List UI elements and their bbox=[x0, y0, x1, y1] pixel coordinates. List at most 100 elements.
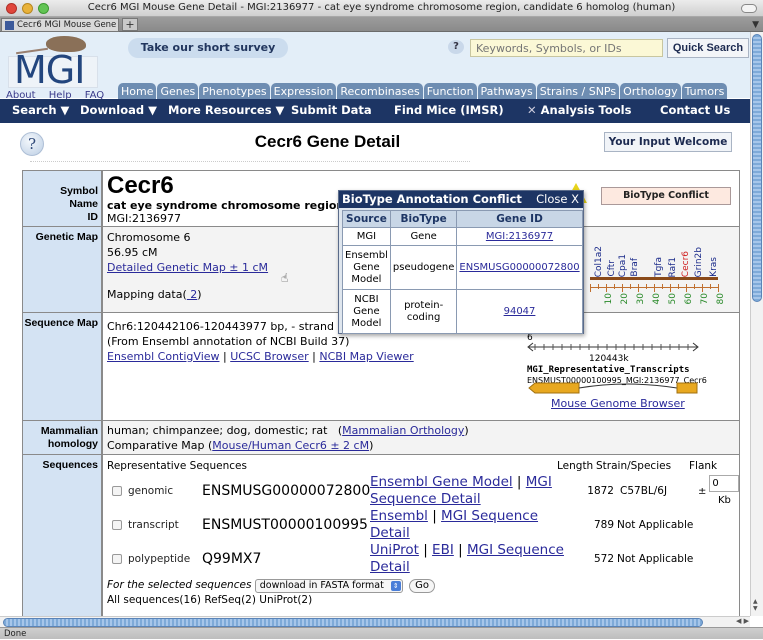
your-input-welcome-button[interactable]: Your Input Welcome bbox=[604, 132, 732, 152]
tab-recombinases[interactable]: Recombinases bbox=[337, 83, 423, 99]
mouse-genome-browser-link[interactable]: Mouse Genome Browser bbox=[551, 396, 685, 411]
chromosome-bar bbox=[590, 277, 718, 280]
axis-tick bbox=[686, 284, 687, 292]
tab-tumors[interactable]: Tumors bbox=[681, 83, 728, 99]
vertical-scrollbar[interactable]: ▲ ▼ bbox=[750, 32, 763, 616]
tab-orthology[interactable]: Orthology bbox=[620, 83, 681, 99]
detailed-genetic-map-link[interactable]: Detailed Genetic Map ± 1 cM bbox=[107, 261, 268, 274]
axis-tick-label: 20 bbox=[620, 293, 630, 305]
gene-marker-label[interactable]: Grin2b bbox=[692, 247, 707, 277]
table-row: MGI Gene MGI:2136977 bbox=[342, 227, 583, 246]
genetic-map-graphic[interactable]: Col1a2 Cftr Cpa1 Braf Tgfa Raf1 Cecr6 Grin2b Kra… bbox=[588, 229, 726, 311]
status-bar: Done bbox=[0, 627, 763, 639]
sequence-map-label: Sequence Map bbox=[23, 313, 103, 420]
transcript-checkbox[interactable] bbox=[112, 520, 122, 530]
toolbar-toggle-button[interactable] bbox=[741, 4, 757, 13]
axis-tick bbox=[590, 284, 591, 292]
vertical-scroll-thumb[interactable] bbox=[752, 34, 762, 302]
nav-download[interactable]: Download ▼ bbox=[80, 103, 157, 117]
hand-cursor-icon: ☝ bbox=[281, 271, 289, 285]
mammalian-orthology-link[interactable]: Mammalian Orthology bbox=[342, 424, 464, 437]
flank-input[interactable] bbox=[709, 474, 740, 492]
tab-pathways[interactable]: Pathways bbox=[477, 83, 536, 99]
nav-contact-us[interactable]: Contact Us bbox=[660, 103, 730, 117]
sequences-row: Sequences Representative Sequences Lengt… bbox=[23, 455, 740, 616]
horizontal-scrollbar[interactable]: ◀ ▶ bbox=[0, 616, 750, 627]
mgi-gene-id-link[interactable]: MGI:2136977 bbox=[486, 231, 553, 242]
tab-strains-snps[interactable]: Strains / SNPs bbox=[536, 83, 620, 99]
table-row: Ensembl Gene Model pseudogene ENSMUSG000… bbox=[342, 245, 583, 290]
tab-function[interactable]: Function bbox=[423, 83, 477, 99]
transcript-glyph[interactable] bbox=[527, 382, 699, 394]
comparative-map-link[interactable]: Mouse/Human Cecr6 ± 2 cM bbox=[212, 439, 369, 452]
nav-submit-data[interactable]: Submit Data bbox=[291, 103, 372, 117]
ebi-link[interactable]: EBI bbox=[432, 542, 454, 558]
nav-search[interactable]: Search ▼ bbox=[12, 103, 69, 117]
page-viewport: MGI About Help FAQ Take our short survey… bbox=[0, 32, 750, 616]
length-header: Length bbox=[557, 460, 594, 472]
tab-expression[interactable]: Expression bbox=[270, 83, 337, 99]
gene-marker-label[interactable]: Kras bbox=[707, 257, 722, 277]
axis-tick-label: 50 bbox=[668, 293, 678, 305]
ensembl-gene-model-link[interactable]: Ensembl Gene Model bbox=[370, 474, 513, 490]
window-titlebar: Cecr6 MGI Mouse Gene Detail - MGI:213697… bbox=[0, 0, 763, 17]
table-row: NCBI Gene Model protein-coding 94047 bbox=[342, 289, 583, 334]
select-arrows-icon: ⇕ bbox=[390, 581, 401, 591]
sequence-row: polypeptide Q99MX7 UniProt | EBI | MGI S… bbox=[107, 542, 739, 576]
ncbi-map-viewer-link[interactable]: NCBI Map Viewer bbox=[319, 350, 413, 363]
window-title: Cecr6 MGI Mouse Gene Detail - MGI:213697… bbox=[87, 2, 676, 13]
polypeptide-checkbox[interactable] bbox=[112, 554, 122, 564]
id-label: ID bbox=[87, 211, 99, 223]
sequence-row: transcript ENSMUST00000100995 Ensembl | … bbox=[107, 508, 739, 542]
uniprot-link[interactable]: UniProt bbox=[370, 542, 419, 558]
mapping-data-link[interactable]: 2 bbox=[187, 288, 197, 301]
browser-tab-title: Cecr6 MGI Mouse Gene Detail - M... bbox=[17, 20, 118, 30]
favicon-icon bbox=[5, 21, 14, 30]
nav-more-resources[interactable]: More Resources ▼ bbox=[168, 103, 284, 117]
popup-close-button[interactable]: Close X bbox=[536, 192, 579, 206]
mgi-logo[interactable]: MGI bbox=[6, 34, 98, 92]
axis-tick-label: 70 bbox=[700, 293, 710, 305]
selected-sequences-label: For the selected sequences bbox=[107, 579, 252, 591]
go-button[interactable]: Go bbox=[409, 579, 435, 593]
tab-genes[interactable]: Genes bbox=[157, 83, 199, 99]
ensembl-contigview-link[interactable]: Ensembl ContigView bbox=[107, 350, 220, 363]
homology-species: human; chimpanzee; dog, domestic; rat bbox=[107, 424, 328, 437]
axis-tick bbox=[702, 284, 703, 292]
gene-marker-label[interactable]: Tgfa bbox=[652, 257, 667, 277]
tools-icon: ✕ bbox=[527, 103, 541, 117]
ucsc-browser-link[interactable]: UCSC Browser bbox=[230, 350, 308, 363]
biotype-conflict-button[interactable]: BioType Conflict bbox=[601, 187, 731, 205]
sequence-id: ENSMUSG00000072800 bbox=[202, 482, 371, 499]
strain-header: Strain/Species bbox=[596, 460, 672, 472]
mammalian-label: Mammalian bbox=[40, 425, 98, 437]
ensembl-link[interactable]: Ensembl bbox=[370, 508, 428, 524]
genomic-checkbox[interactable] bbox=[112, 486, 122, 496]
all-sequences-links[interactable]: All sequences(16) RefSeq(2) UniProt(2) bbox=[107, 593, 739, 608]
browser-tab[interactable]: Cecr6 MGI Mouse Gene Detail - M... bbox=[1, 18, 119, 32]
tab-home[interactable]: Home bbox=[118, 83, 157, 99]
nav-find-mice[interactable]: Find Mice (IMSR) bbox=[394, 103, 504, 117]
sequence-id: Q99MX7 bbox=[202, 550, 262, 567]
horizontal-scroll-thumb[interactable] bbox=[3, 618, 703, 627]
tab-phenotypes[interactable]: Phenotypes bbox=[199, 83, 270, 99]
horizontal-scroll-arrows-icon[interactable]: ◀ ▶ bbox=[736, 617, 749, 625]
page-title: Cecr6 Gene Detail bbox=[254, 132, 401, 151]
new-tab-button[interactable]: + bbox=[122, 18, 138, 31]
survey-button[interactable]: Take our short survey bbox=[128, 38, 288, 58]
gene-marker-label[interactable]: Braf bbox=[628, 258, 643, 277]
ensembl-gene-id-link[interactable]: ENSMUSG00000072800 bbox=[459, 262, 579, 273]
search-help-icon[interactable]: ? bbox=[448, 40, 464, 54]
tab-list-icon[interactable]: ▼ bbox=[752, 20, 759, 30]
quick-search-button[interactable]: Quick Search bbox=[667, 38, 749, 58]
nav-analysis-tools[interactable]: ✕ Analysis Tools bbox=[527, 103, 631, 117]
quick-search-input[interactable] bbox=[470, 39, 663, 57]
ncbi-gene-id-link[interactable]: 94047 bbox=[504, 306, 536, 317]
axis-tick bbox=[710, 284, 711, 289]
divider bbox=[30, 161, 470, 162]
axis-tick bbox=[614, 284, 615, 289]
download-format-select[interactable]: download in FASTA format ⇕ bbox=[254, 579, 403, 593]
main-tabs: Home Genes Phenotypes Expression Recombinase… bbox=[118, 83, 728, 99]
axis-tick-label: 40 bbox=[652, 293, 662, 305]
scroll-arrows-icon[interactable]: ▲ ▼ bbox=[753, 598, 758, 612]
